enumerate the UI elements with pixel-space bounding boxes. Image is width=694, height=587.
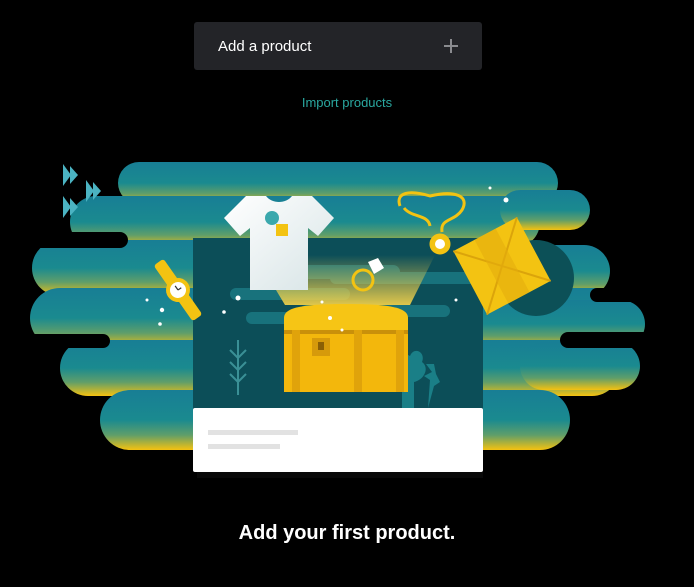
import-products-link[interactable]: Import products bbox=[0, 95, 694, 110]
plus-icon bbox=[444, 39, 458, 53]
add-product-button[interactable]: Add a product bbox=[194, 22, 482, 70]
empty-products-page: Add a product Import products Add your f… bbox=[0, 0, 694, 587]
add-product-label: Add a product bbox=[218, 37, 312, 55]
empty-state-headline: Add your first product. bbox=[238, 522, 456, 544]
treasure-chest-icon bbox=[284, 304, 408, 392]
treasure-chest-illustration bbox=[0, 162, 694, 478]
